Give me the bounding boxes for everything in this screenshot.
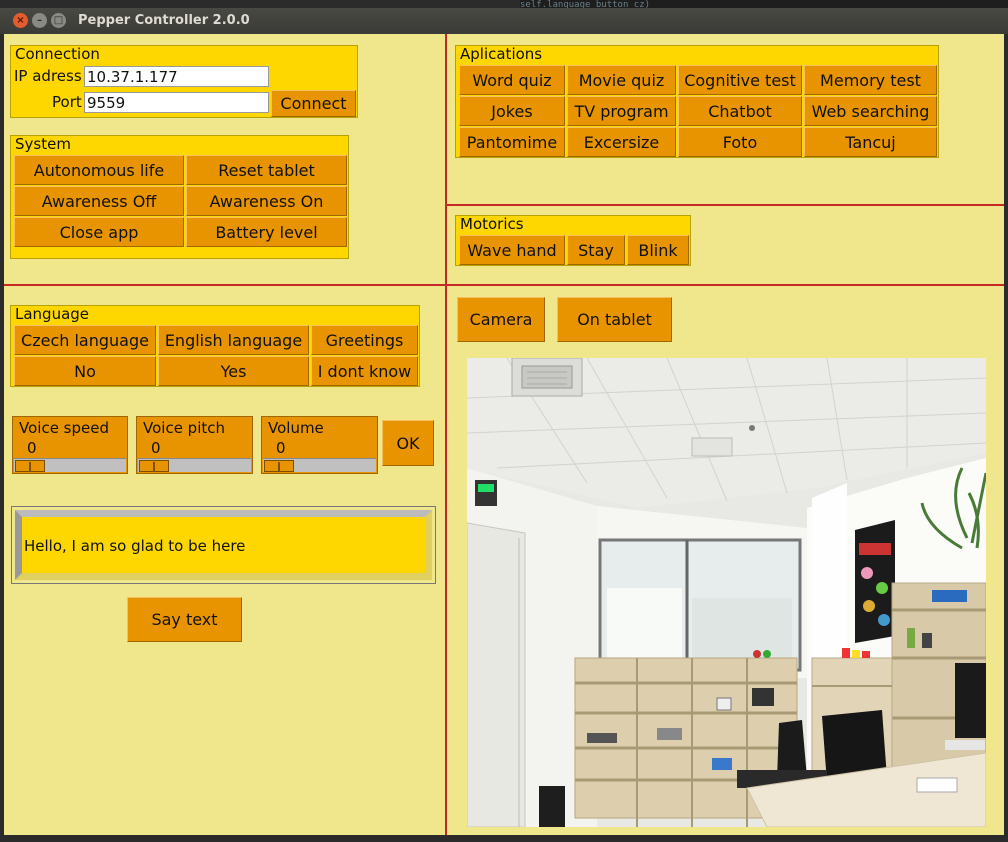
connect-button[interactable]: Connect — [271, 90, 356, 117]
background-editor-strip: self.language_button_cz) — [520, 0, 1008, 8]
pantomime-button[interactable]: Pantomime — [459, 127, 565, 157]
port-label: Port — [52, 93, 82, 111]
camera-button[interactable]: Camera — [457, 297, 545, 342]
voice-pitch-slider[interactable]: Voice pitch 0 — [136, 416, 253, 474]
motorics-title: Motorics — [460, 215, 524, 233]
excersize-button[interactable]: Excersize — [567, 127, 676, 157]
voice-pitch-thumb[interactable] — [139, 460, 169, 472]
language-group: Language Czech language English language… — [10, 305, 420, 387]
motorics-group: Motorics Wave hand Stay Blink — [455, 215, 691, 266]
connection-title: Connection — [15, 45, 100, 63]
close-window-icon[interactable]: × — [13, 13, 28, 28]
app-window: self.language_button_cz) × – □ Pepper Co… — [0, 0, 1008, 842]
chatbot-button[interactable]: Chatbot — [678, 96, 802, 126]
autonomous-life-button[interactable]: Autonomous life — [14, 155, 184, 185]
say-text-input[interactable]: Hello, I am so glad to be here — [15, 510, 432, 580]
volume-value: 0 — [276, 439, 286, 457]
window-title: Pepper Controller 2.0.0 — [78, 13, 250, 28]
stay-button[interactable]: Stay — [567, 235, 625, 265]
voice-speed-slider[interactable]: Voice speed 0 — [12, 416, 128, 474]
divider-vertical — [445, 34, 447, 835]
wave-hand-button[interactable]: Wave hand — [459, 235, 565, 265]
say-text-button[interactable]: Say text — [127, 597, 242, 642]
yes-button[interactable]: Yes — [158, 356, 309, 386]
say-text-frame: Hello, I am so glad to be here — [11, 506, 436, 584]
applications-group: Aplications Word quiz Movie quiz Cogniti… — [455, 45, 939, 158]
voice-speed-value: 0 — [27, 439, 37, 457]
voice-pitch-value: 0 — [151, 439, 161, 457]
port-field[interactable]: 9559 — [84, 92, 269, 113]
voice-pitch-label: Voice pitch — [143, 419, 226, 437]
word-quiz-button[interactable]: Word quiz — [459, 65, 565, 95]
camera-image — [467, 358, 986, 827]
no-button[interactable]: No — [14, 356, 156, 386]
divider-right-top — [445, 204, 1004, 206]
maximize-window-icon[interactable]: □ — [51, 13, 66, 28]
voice-pitch-track[interactable] — [138, 458, 251, 472]
close-app-button[interactable]: Close app — [14, 217, 184, 247]
ip-field[interactable]: 10.37.1.177 — [84, 66, 269, 87]
jokes-button[interactable]: Jokes — [459, 96, 565, 126]
camera-scene — [467, 358, 986, 827]
awareness-off-button[interactable]: Awareness Off — [14, 186, 184, 216]
volume-label: Volume — [268, 419, 324, 437]
say-text-value: Hello, I am so glad to be here — [24, 537, 246, 555]
volume-thumb[interactable] — [264, 460, 294, 472]
title-bar: × – □ Pepper Controller 2.0.0 — [0, 8, 1008, 34]
on-tablet-button[interactable]: On tablet — [557, 297, 672, 342]
awareness-on-button[interactable]: Awareness On — [186, 186, 347, 216]
system-group: System Autonomous life Reset tablet Awar… — [10, 135, 349, 259]
cognitive-test-button[interactable]: Cognitive test — [678, 65, 802, 95]
language-title: Language — [15, 305, 90, 323]
ip-label: IP adress — [14, 67, 82, 85]
web-searching-button[interactable]: Web searching — [804, 96, 937, 126]
main-panel: Connection IP adress 10.37.1.177 Port 95… — [4, 34, 1004, 835]
applications-title: Aplications — [460, 45, 543, 63]
divider-left — [4, 284, 445, 286]
voice-speed-label: Voice speed — [19, 419, 109, 437]
battery-level-button[interactable]: Battery level — [186, 217, 347, 247]
minimize-window-icon[interactable]: – — [32, 13, 47, 28]
voice-speed-thumb[interactable] — [15, 460, 45, 472]
blink-button[interactable]: Blink — [627, 235, 689, 265]
czech-language-button[interactable]: Czech language — [14, 325, 156, 355]
memory-test-button[interactable]: Memory test — [804, 65, 937, 95]
tv-program-button[interactable]: TV program — [567, 96, 676, 126]
system-title: System — [15, 135, 71, 153]
divider-right-mid — [445, 284, 1004, 286]
voice-speed-track[interactable] — [14, 458, 126, 472]
volume-track[interactable] — [263, 458, 376, 472]
ok-button[interactable]: OK — [382, 420, 434, 466]
tancuj-button[interactable]: Tancuj — [804, 127, 937, 157]
movie-quiz-button[interactable]: Movie quiz — [567, 65, 676, 95]
foto-button[interactable]: Foto — [678, 127, 802, 157]
volume-slider[interactable]: Volume 0 — [261, 416, 378, 474]
connection-group: Connection IP adress 10.37.1.177 Port 95… — [10, 45, 358, 118]
greetings-button[interactable]: Greetings — [311, 325, 418, 355]
english-language-button[interactable]: English language — [158, 325, 309, 355]
i-dont-know-button[interactable]: I dont know — [311, 356, 418, 386]
reset-tablet-button[interactable]: Reset tablet — [186, 155, 347, 185]
